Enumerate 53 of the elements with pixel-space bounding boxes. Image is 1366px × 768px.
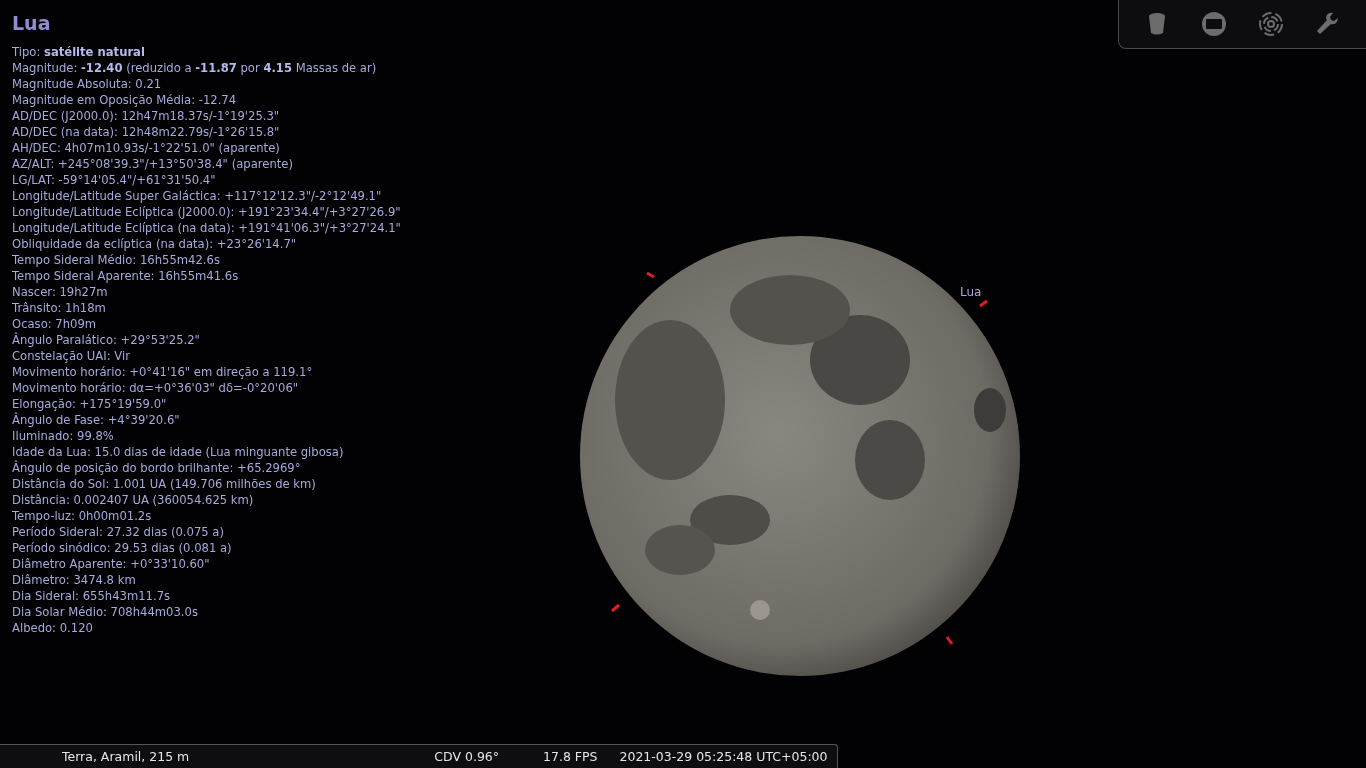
info-line: Período sinódico: 29.53 dias (0.081 a) xyxy=(12,540,233,556)
info-line: Obliquidade da eclíptica (na data): +23°26'14.7" xyxy=(12,236,298,252)
toolbar-button[interactable] xyxy=(1256,10,1285,38)
wrench-icon xyxy=(1315,12,1340,36)
fps-text: 17.8 FPS xyxy=(543,749,598,764)
info-line: Idade da Lua: 15.0 dias de idade (Lua minguante gibosa) xyxy=(12,444,345,460)
info-line: Tempo Sideral Aparente: 16h55m41.6s xyxy=(12,268,240,284)
info-line: Ângulo de Fase: +4°39'20.6" xyxy=(12,412,181,428)
info-line: Longitude/Latitude Eclíptica (na data): +191°41'06.3"/+3°27'24.1" xyxy=(12,220,401,236)
target-icon xyxy=(1258,12,1283,36)
toolbar-button[interactable] xyxy=(1200,10,1229,38)
info-line: Movimento horário: +0°41'16" em direção a 119.1° xyxy=(12,364,314,380)
info-line: Período Sideral: 27.32 dias (0.075 a) xyxy=(12,524,225,540)
info-line: Distância do Sol: 1.001 UA (149.706 milhões de km) xyxy=(12,476,317,492)
info-line: Tipo: satélite natural xyxy=(12,44,146,60)
info-line: Ângulo de posição do bordo brilhante: +65.2969° xyxy=(12,460,302,476)
object-title: Lua xyxy=(12,12,52,36)
info-line: AH/DEC: 4h07m10.93s/-1°22'51.0" (aparente) xyxy=(12,140,281,156)
info-line: Distância: 0.002407 UA (360054.625 km) xyxy=(12,492,255,508)
info-line: Diâmetro Aparente: +0°33'10.60" xyxy=(12,556,211,572)
info-line: Movimento horário: dα=+0°36'03" dδ=-0°20'06" xyxy=(12,380,300,396)
info-line: Tempo-luz: 0h00m01.2s xyxy=(12,508,153,524)
selection-marker xyxy=(611,603,620,613)
info-line: Magnitude Absoluta: 0.21 xyxy=(12,76,163,92)
info-line: AZ/ALT: +245°08'39.3"/+13°50'38.4" (aparente) xyxy=(12,156,294,172)
info-line: Trânsito: 1h18m xyxy=(12,300,107,316)
selection-marker xyxy=(646,271,655,279)
info-line: Constelação UAI: Vir xyxy=(12,348,131,364)
info-line: Ângulo Paralático: +29°53'25.2" xyxy=(12,332,201,348)
location-text: Terra, Aramil, 215 m xyxy=(62,749,190,764)
date-time-text: 2021-03-29 05:25:48 UTC+05:00 xyxy=(619,749,828,764)
info-line: Ocaso: 7h09m xyxy=(12,316,98,332)
info-line: Longitude/Latitude Super Galáctica: +117°12'12.3"/-2°12'49.1" xyxy=(12,188,383,204)
info-line: Dia Sideral: 655h43m11.7s xyxy=(12,588,172,604)
object-label: Lua xyxy=(960,285,982,299)
info-line: AD/DEC (na data): 12h48m22.79s/-1°26'15.8" xyxy=(12,124,281,140)
selection-marker xyxy=(979,299,988,308)
info-line: Diâmetro: 3474.8 km xyxy=(12,572,137,588)
info-line: Dia Solar Médio: 708h44m03.0s xyxy=(12,604,199,620)
info-line: Longitude/Latitude Eclíptica (J2000.0): +191°23'34.4"/+3°27'26.9" xyxy=(12,204,401,220)
info-line: Nascer: 19h27m xyxy=(12,284,109,300)
screen-icon xyxy=(1202,12,1227,36)
info-line: LG/LAT: -59°14'05.4"/+61°31'50.4" xyxy=(12,172,217,188)
cylinder-icon xyxy=(1148,12,1167,36)
info-line: Magnitude em Oposição Média: -12.74 xyxy=(12,92,238,108)
field-of-view-text: CDV 0.96° xyxy=(434,749,500,764)
info-line: Albedo: 0.120 xyxy=(12,620,94,636)
info-line: Magnitude: -12.40 (reduzido a -11.87 por 4.15 Massas de ar) xyxy=(12,60,378,76)
info-line: AD/DEC (J2000.0): 12h47m18.37s/-1°19'25.3" xyxy=(12,108,281,124)
info-line: Tempo Sideral Médio: 16h55m42.6s xyxy=(12,252,221,268)
selection-marker xyxy=(945,636,954,645)
info-line: Elongação: +175°19'59.0" xyxy=(12,396,168,412)
info-line: Iluminado: 99.8% xyxy=(12,428,115,444)
